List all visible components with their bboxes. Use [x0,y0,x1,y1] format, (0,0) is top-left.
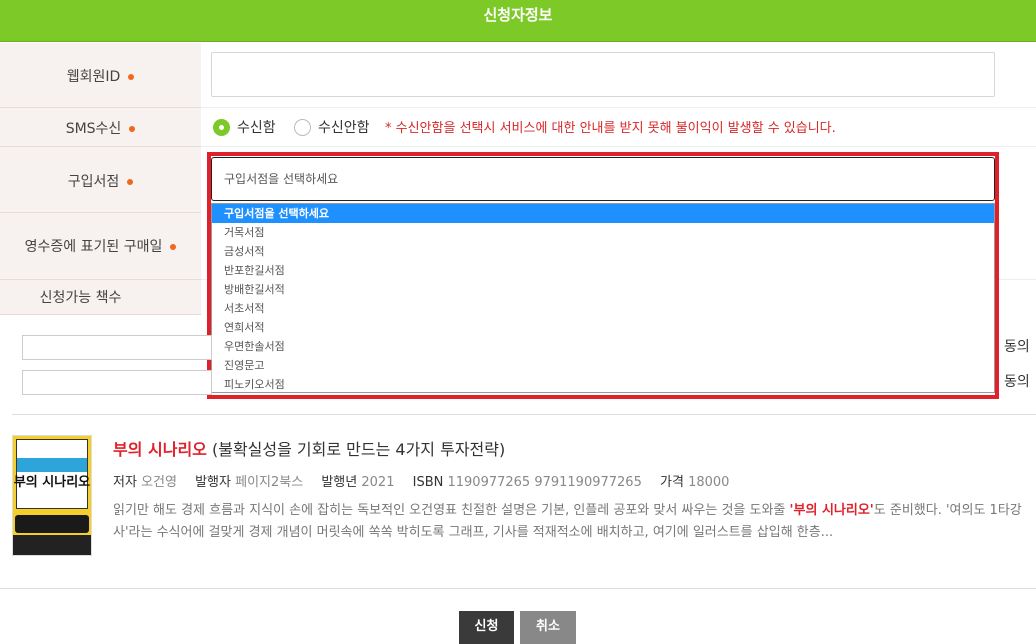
member-id-input[interactable] [211,52,995,97]
book-meta: 저자 오건영 발행자 페이지2북스 발행년 2021 ISBN 11909772… [113,471,743,490]
required-dot [129,126,136,132]
bookstore-option[interactable]: 금성서적 [212,242,994,261]
label-member-id: 웹회원ID [66,69,121,85]
label-purchase-date: 영수증에 표기된 구매일 [24,239,163,255]
row-divider [201,107,1036,108]
footer-divider [0,588,1036,589]
label-available-cell: 신청가능 책수 [0,280,201,315]
isbn-value: 1190977265 9791190977265 [447,475,642,490]
bookstore-option[interactable]: 반포한길서점 [212,261,994,280]
cover-title: 부의 시나리오 [13,475,91,490]
agree-input-2[interactable] [22,370,212,395]
required-dot [127,179,134,185]
bookstore-option[interactable]: 서초서적 [212,299,994,318]
bookstore-option[interactable]: 거목서점 [212,223,994,242]
sms-no-radio[interactable] [294,118,311,136]
desc-part-1: 읽기만 해도 경제 흐름과 지식이 손에 잡히는 독보적인 오건영표 친절한 설… [113,503,790,518]
book-description: 읽기만 해도 경제 흐름과 지식이 손에 잡히는 독보적인 오건영표 친절한 설… [113,500,1031,544]
agree-label-2: 동의 [1004,374,1030,390]
bookstore-option[interactable]: 구입서점을 선택하세요 [212,204,994,223]
book-cover: 부의 시나리오 [12,435,92,556]
price-value: 18000 [688,475,730,490]
label-bookstore-cell: 구입서점 [0,147,201,213]
author-value: 오건영 [141,475,177,490]
row-divider [201,146,1036,147]
bookstore-option[interactable]: 피노키오서점 [212,375,994,392]
required-dot [170,244,177,250]
book-title: 부의 시나리오 (불확실성을 기회로 만드는 4가지 투자전략) [113,436,505,460]
year-value: 2021 [361,475,395,490]
sms-no-option[interactable]: 수신안함 [294,117,370,137]
sms-yes-radio[interactable] [213,118,230,136]
isbn-label: ISBN [412,475,444,490]
agree-input-1[interactable] [22,335,212,360]
label-available: 신청가능 책수 [39,290,122,306]
book-title-sub: (불확실성을 기회로 만드는 4가지 투자전략) [211,440,506,459]
required-dot [128,74,135,80]
form-title: 신청자정보 [483,6,553,24]
label-sms-cell: SMS수신 [0,108,201,147]
label-member-id-cell: 웹회원ID [0,43,201,108]
bookstore-dropdown[interactable]: 구입서점을 선택하세요 거목서점 금성서적 반포한길서점 방배한길서적 서초서적… [211,203,995,393]
bookstore-option[interactable]: 우면한솔서점 [212,337,994,356]
sms-no-label: 수신안함 [318,120,370,136]
agree-label-1: 동의 [1004,339,1030,355]
apply-button[interactable]: 신청 [459,611,514,644]
sms-notice: * 수신안함을 선택시 서비스에 대한 안내를 받지 못해 불이익이 발생할 수… [385,121,836,136]
bookstore-option[interactable]: 연희서적 [212,318,994,337]
author-label: 저자 [113,475,137,490]
form-header: 신청자정보 [0,0,1036,42]
bookstore-option[interactable]: 방배한길서적 [212,280,994,299]
sms-yes-option[interactable]: 수신함 [213,117,276,137]
label-sms: SMS수신 [65,121,122,137]
book-title-main[interactable]: 부의 시나리오 [113,440,207,459]
label-purchase-date-cell: 영수증에 표기된 구매일 [0,213,201,280]
price-label: 가격 [660,475,684,490]
year-label: 발행년 [321,475,358,490]
cancel-button[interactable]: 취소 [520,611,576,644]
label-bookstore: 구입서점 [67,174,120,190]
publisher-label: 발행자 [195,475,231,490]
bookstore-option[interactable]: 진영문고 [212,356,994,375]
desc-highlight: '부의 시나리오' [789,503,874,518]
bookstore-select[interactable]: 구입서점을 선택하세요 [211,157,995,201]
section-divider [12,414,1036,415]
publisher-value: 페이지2북스 [235,475,304,490]
cover-illustration [16,439,88,509]
sms-yes-label: 수신함 [237,120,276,136]
